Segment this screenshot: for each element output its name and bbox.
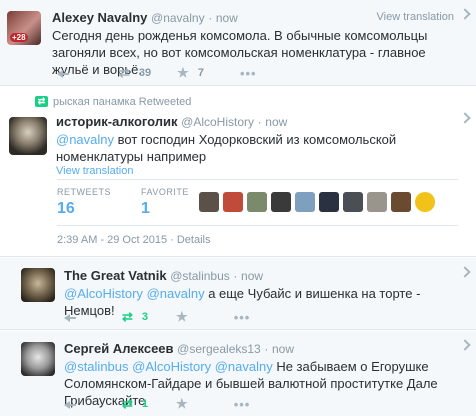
tweet-stats: RETWEETS 16 FAVORITE 1 <box>57 187 219 218</box>
retweets-label: RETWEETS <box>57 187 112 197</box>
separator-dot: · <box>257 115 262 129</box>
divider <box>57 179 458 180</box>
mention-link[interactable]: @navalny <box>147 286 205 301</box>
more-icon[interactable]: ••• <box>234 397 251 412</box>
retweet-count: 39 <box>138 67 152 79</box>
avatar[interactable] <box>295 192 315 212</box>
tweet-time[interactable]: now <box>216 11 238 25</box>
tweet-time[interactable]: now <box>241 269 263 283</box>
reply-icon[interactable] <box>64 312 76 322</box>
avatar[interactable] <box>21 268 55 302</box>
reply-icon[interactable] <box>57 68 69 78</box>
tweet-2[interactable]: ⇄ рыская панамка Retweeted историк-алког… <box>0 87 476 257</box>
avatar[interactable] <box>319 192 339 212</box>
user-handle[interactable]: @sergealeks13 <box>177 342 261 356</box>
tweet-timestamp-line: 2:39 AM - 29 Oct 2015 · Details <box>57 234 210 246</box>
retweet-icon[interactable]: ⇄ <box>122 396 133 412</box>
divider <box>57 225 458 226</box>
avatar[interactable]: +28 <box>7 11 41 45</box>
avatar[interactable] <box>247 192 267 212</box>
chevron-down-icon[interactable] <box>459 266 471 278</box>
user-handle[interactable]: @AlcoHistory <box>181 115 254 129</box>
avatar[interactable] <box>9 117 47 155</box>
user-name[interactable]: The Great Vatnik <box>64 268 167 283</box>
retweeter-avatars <box>199 192 439 212</box>
tweet-time[interactable]: now <box>265 115 287 129</box>
avatar-badge: +28 <box>10 33 28 42</box>
star-icon[interactable]: ★ <box>176 309 188 325</box>
mention-link[interactable]: @AlcoHistory <box>132 359 211 374</box>
user-name[interactable]: Сергей Алексеев <box>64 341 174 356</box>
tweet-3[interactable]: The Great Vatnik @stalinbus · now @AlcoH… <box>0 258 476 330</box>
tweet-actions: ⇄ 1 ★ ••• <box>64 396 250 412</box>
retweet-icon[interactable]: ⇄ <box>122 309 133 325</box>
avatar[interactable] <box>271 192 291 212</box>
favorite-stat[interactable]: FAVORITE 1 <box>141 187 189 218</box>
mention-link[interactable]: @navalny <box>56 132 114 147</box>
separator-dot: · <box>233 269 238 283</box>
more-icon[interactable]: ••• <box>234 310 251 325</box>
avatar[interactable] <box>391 192 411 212</box>
details-link[interactable]: · Details <box>167 234 210 246</box>
mention-link[interactable]: @navalny <box>215 359 273 374</box>
tweet-timestamp[interactable]: 2:39 AM - 29 Oct 2015 <box>57 234 167 246</box>
retweet-icon[interactable]: ⇄ <box>119 65 130 81</box>
star-icon[interactable]: ★ <box>176 396 188 412</box>
user-handle[interactable]: @stalinbus <box>170 269 230 283</box>
retweeted-by-label[interactable]: рыская панамка Retweeted <box>53 96 191 108</box>
chevron-down-icon[interactable] <box>459 112 471 124</box>
mention-link[interactable]: @AlcoHistory <box>64 286 143 301</box>
mention-link[interactable]: @stalinbus <box>64 359 129 374</box>
tweet-4[interactable]: Сергей Алексеев @sergealeks13 · now @sta… <box>0 331 476 416</box>
tweet-header: The Great Vatnik @stalinbus · now <box>64 268 263 283</box>
tweet-time[interactable]: now <box>272 342 294 356</box>
avatar[interactable] <box>223 192 243 212</box>
chevron-down-icon[interactable] <box>459 339 471 351</box>
avatar[interactable] <box>415 192 435 212</box>
tweet-header: Сергей Алексеев @sergealeks13 · now <box>64 341 294 356</box>
tweet-header: Alexey Navalny @navalny · now <box>52 10 238 25</box>
view-translation-link[interactable]: View translation <box>377 11 454 23</box>
tweet-actions: ⇄ 3 ★ ••• <box>64 309 250 325</box>
retweet-count: 3 <box>141 311 149 323</box>
avatar[interactable] <box>199 192 219 212</box>
user-name[interactable]: историк-алкоголик <box>56 114 178 129</box>
tweet-header: историк-алкоголик @AlcoHistory · now <box>56 114 287 129</box>
retweet-icon: ⇄ <box>35 96 48 107</box>
star-icon[interactable]: ★ <box>177 65 189 81</box>
retweet-count: 1 <box>141 398 149 410</box>
favorite-label: FAVORITE <box>141 187 189 197</box>
favorite-value: 1 <box>141 200 150 217</box>
favorite-count: 7 <box>197 67 204 79</box>
separator-dot: · <box>208 11 213 25</box>
chevron-down-icon[interactable] <box>459 8 471 20</box>
tweet-text: @navalny вот господин Ходорковский из ко… <box>56 131 456 165</box>
avatar[interactable] <box>343 192 363 212</box>
tweet-actions: ⇄ 39 ★ 7 ••• <box>57 65 257 81</box>
view-translation-link[interactable]: View translation <box>56 165 133 177</box>
user-handle[interactable]: @navalny <box>151 11 205 25</box>
retweets-stat[interactable]: RETWEETS 16 <box>57 187 111 218</box>
avatar[interactable] <box>367 192 387 212</box>
avatar[interactable] <box>21 342 55 376</box>
retweets-value: 16 <box>57 200 75 217</box>
more-icon[interactable]: ••• <box>240 66 257 81</box>
separator-dot: · <box>264 342 269 356</box>
tweet-1[interactable]: +28 Alexey Navalny @navalny · now View t… <box>0 0 476 86</box>
user-name[interactable]: Alexey Navalny <box>52 10 147 25</box>
reply-icon[interactable] <box>64 399 76 409</box>
